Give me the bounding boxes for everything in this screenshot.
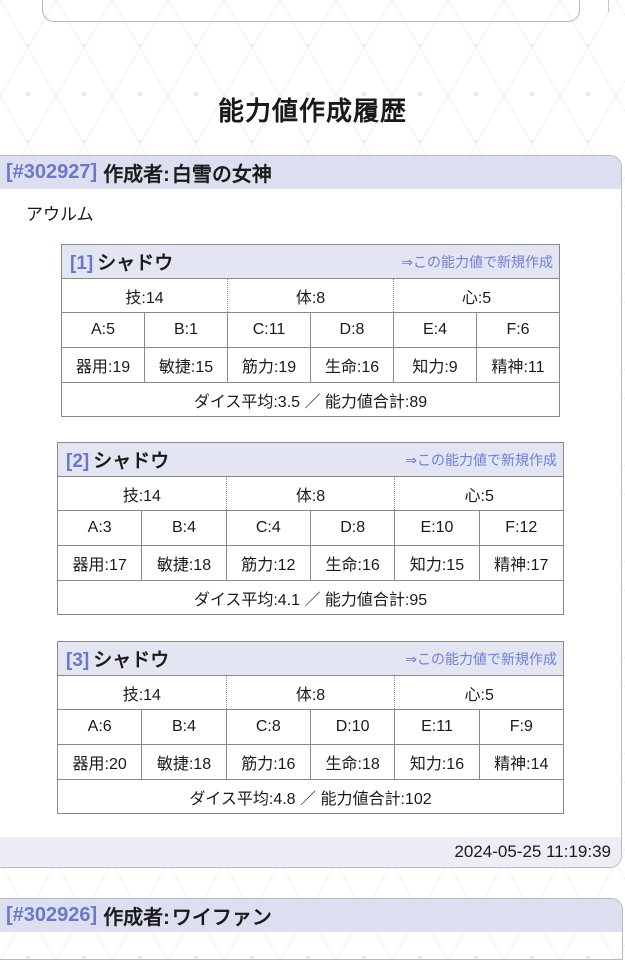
group-cell: 体:8: [225, 676, 395, 709]
dice-row: A:5 B:1 C:11 D:8 E:4 F:6: [62, 313, 559, 348]
base-groups-row: 技:14 体:8 心:5: [58, 477, 563, 511]
author-name: 白雪の女神: [171, 164, 272, 186]
base-groups-row: 技:14 体:8 心:5: [62, 279, 559, 313]
roll-race: シャドウ: [93, 451, 170, 472]
dice-row: A:3 B:4 C:4 D:8 E:10 F:12: [58, 511, 563, 546]
ability-cell: 筋力:12: [225, 546, 310, 580]
history-entry: [#302926] 作成者: ワイファン: [0, 898, 623, 960]
ability-cell: 敏捷:18: [141, 546, 225, 580]
history-entry: [#302927] 作成者: 白雪の女神 アウルム [1] シャドウ ⇒この能力値…: [0, 155, 622, 868]
dice-cell: B:4: [141, 710, 225, 744]
create-with-stats-link[interactable]: ⇒この能力値で新規作成: [405, 649, 557, 669]
group-cell: 技:14: [122, 686, 161, 704]
ability-cell: 器用:20: [72, 756, 127, 773]
total-cell: ダイス平均:3.5 ／ 能力値合計:89: [193, 393, 428, 411]
entry-timestamp: 2024-05-25 11:19:39: [0, 837, 621, 867]
roll-header: [2] シャドウ ⇒この能力値で新規作成: [58, 443, 563, 477]
total-row: ダイス平均:4.8 ／ 能力値合計:102: [58, 780, 563, 813]
dice-cell: B:4: [141, 511, 225, 545]
dice-cell: E:11: [394, 710, 478, 744]
dice-cell: C:11: [227, 313, 310, 347]
dice-cell: E:10: [394, 511, 478, 545]
dice-cell: F:12: [478, 511, 563, 545]
group-cell: 体:8: [227, 279, 393, 312]
entry-id-link[interactable]: [#302927]: [6, 161, 97, 184]
total-cell: ダイス平均:4.1 ／ 能力値合計:95: [193, 591, 428, 609]
dice-cell: F:6: [476, 313, 559, 347]
ability-roll-table: [1] シャドウ ⇒この能力値で新規作成 技:14 体:8 心:5 A:5 B:1…: [61, 244, 560, 417]
ability-cell: 知力:9: [393, 348, 476, 382]
ability-cell: 器用:17: [72, 557, 127, 574]
total-row: ダイス平均:3.5 ／ 能力値合計:89: [62, 383, 559, 416]
roll-title: [2] シャドウ: [66, 446, 169, 473]
ability-roll-table: [3] シャドウ ⇒この能力値で新規作成 技:14 体:8 心:5 A:6 B:4…: [57, 641, 564, 814]
group-cell: 技:14: [125, 289, 164, 307]
dice-cell: A:3: [87, 519, 112, 536]
create-with-stats-link[interactable]: ⇒この能力値で新規作成: [401, 252, 553, 272]
dice-cell: C:4: [225, 511, 310, 545]
roll-race: シャドウ: [97, 253, 174, 274]
author-label: 作成者:: [103, 164, 170, 186]
roll-number: [3]: [66, 650, 90, 671]
ability-roll-table: [2] シャドウ ⇒この能力値で新規作成 技:14 体:8 心:5 A:3 B:4…: [57, 442, 564, 615]
ability-cell: 筋力:19: [227, 348, 310, 382]
group-cell: 心:5: [393, 279, 559, 312]
base-groups-row: 技:14 体:8 心:5: [58, 676, 563, 710]
ability-cell: 知力:15: [394, 546, 478, 580]
dice-cell: D:8: [309, 511, 394, 545]
ability-cell: 器用:19: [75, 359, 131, 376]
ability-row: 器用:17 敏捷:18 筋力:12 生命:16 知力:15 精神:17: [58, 546, 563, 581]
ability-cell: 敏捷:15: [144, 348, 227, 382]
ability-cell: 敏捷:18: [141, 745, 225, 779]
ability-cell: 生命:18: [309, 745, 394, 779]
entry-header: [#302926] 作成者: ワイファン: [0, 899, 622, 932]
create-with-stats-link[interactable]: ⇒この能力値で新規作成: [405, 450, 557, 470]
total-cell: ダイス平均:4.8 ／ 能力値合計:102: [189, 790, 432, 808]
ability-cell: 精神:14: [478, 745, 563, 779]
dice-cell: E:4: [393, 313, 476, 347]
ability-cell: 筋力:16: [225, 745, 310, 779]
dice-cell: B:1: [144, 313, 227, 347]
ability-cell: 知力:16: [394, 745, 478, 779]
roll-title: [3] シャドウ: [66, 645, 169, 672]
ability-row: 器用:20 敏捷:18 筋力:16 生命:18 知力:16 精神:14: [58, 745, 563, 780]
ability-cell: 精神:11: [476, 348, 559, 382]
dice-cell: A:5: [90, 321, 115, 338]
page-title: 能力値作成履歴: [217, 96, 407, 127]
entry-id-link[interactable]: [#302926]: [6, 904, 97, 927]
ability-cell: 精神:17: [478, 546, 563, 580]
roll-number: [1]: [70, 253, 94, 274]
author-label: 作成者:: [103, 907, 170, 929]
roll-race: シャドウ: [93, 650, 170, 671]
scroll-edge-line: [608, 0, 609, 12]
dice-cell: D:10: [309, 710, 394, 744]
group-cell: 技:14: [122, 487, 161, 505]
dice-row: A:6 B:4 C:8 D:10 E:11 F:9: [58, 710, 563, 745]
dice-cell: A:6: [87, 718, 112, 735]
ability-cell: 生命:16: [310, 348, 393, 382]
race-name: アウルム: [26, 205, 94, 224]
entry-header: [#302927] 作成者: 白雪の女神: [0, 156, 621, 189]
roll-header: [1] シャドウ ⇒この能力値で新規作成: [62, 245, 559, 279]
dice-cell: F:9: [478, 710, 563, 744]
dice-cell: D:8: [310, 313, 393, 347]
author-name: ワイファン: [171, 907, 272, 929]
ability-row: 器用:19 敏捷:15 筋力:19 生命:16 知力:9 精神:11: [62, 348, 559, 383]
roll-number: [2]: [66, 451, 90, 472]
dice-cell: C:8: [225, 710, 310, 744]
group-cell: 心:5: [394, 676, 563, 709]
group-cell: 心:5: [394, 477, 563, 510]
group-cell: 体:8: [225, 477, 395, 510]
roll-title: [1] シャドウ: [70, 248, 173, 275]
roll-header: [3] シャドウ ⇒この能力値で新規作成: [58, 642, 563, 676]
total-row: ダイス平均:4.1 ／ 能力値合計:95: [58, 581, 563, 614]
previous-section-frame: [42, 0, 580, 22]
ability-cell: 生命:16: [309, 546, 394, 580]
